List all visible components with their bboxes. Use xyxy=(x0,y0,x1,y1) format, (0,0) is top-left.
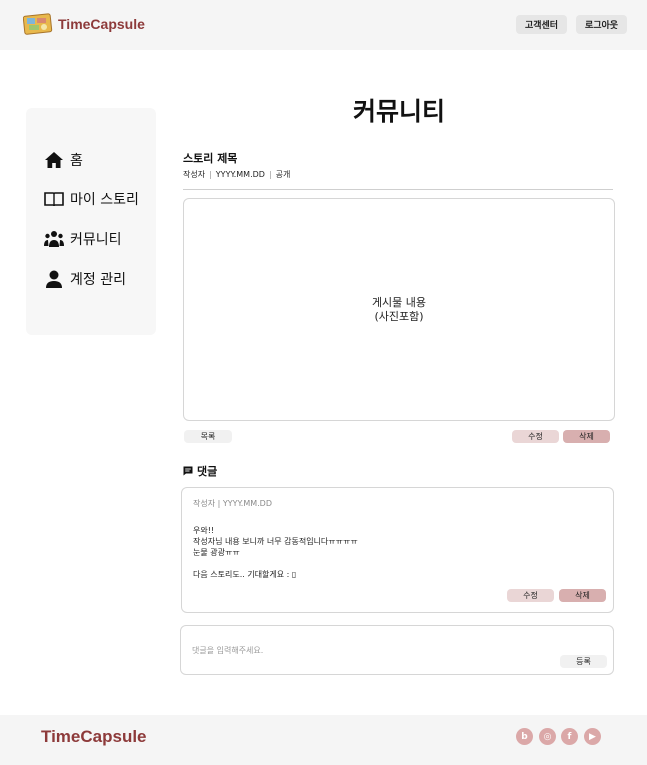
facebook-icon[interactable]: f xyxy=(561,728,578,745)
comment-input-box: 등록 xyxy=(180,625,614,675)
delete-post-button[interactable]: 삭제 xyxy=(563,430,610,443)
youtube-icon[interactable]: ▶ xyxy=(584,728,601,745)
instagram-icon[interactable]: ◎ xyxy=(539,728,556,745)
submit-comment-button[interactable]: 등록 xyxy=(560,655,607,668)
site-footer: TimeCapsule b ◎ f ▶ xyxy=(0,715,647,765)
divider xyxy=(183,189,613,190)
blog-icon[interactable]: b xyxy=(516,728,533,745)
sidebar-item-account[interactable]: 계정 관리 xyxy=(44,269,126,289)
story-date: YYYY.MM.DD xyxy=(215,170,265,179)
delete-comment-button[interactable]: 삭제 xyxy=(559,589,606,602)
community-icon xyxy=(44,231,64,247)
sidebar: 홈 마이 스토리 커뮤니티 계정 관리 xyxy=(26,108,156,335)
comments-heading: 댓글 xyxy=(183,463,217,479)
edit-comment-button[interactable]: 수정 xyxy=(507,589,554,602)
book-icon xyxy=(44,192,64,207)
logo-icon xyxy=(22,12,53,35)
story-visibility: 공개 xyxy=(275,170,291,179)
meta-separator: | xyxy=(209,170,212,179)
story-meta: 작성자 | YYYY.MM.DD | 공개 xyxy=(183,169,290,180)
brand-logo-link[interactable]: TimeCapsule xyxy=(22,12,145,35)
sidebar-item-label: 커뮤니티 xyxy=(70,232,122,248)
comment-meta: 작성자 | YYYY.MM.DD xyxy=(193,499,272,508)
post-content: 게시물 내용 (사진포함) xyxy=(372,296,426,324)
comments-heading-label: 댓글 xyxy=(197,465,218,478)
footer-brand: TimeCapsule xyxy=(41,727,147,746)
post-content-line: 게시물 내용 xyxy=(371,295,427,309)
home-icon xyxy=(45,152,63,168)
meta-separator: | xyxy=(268,170,272,179)
brand-name: TimeCapsule xyxy=(58,15,145,32)
page-title: 커뮤니티 xyxy=(352,97,445,126)
comment-item: 작성자 | YYYY.MM.DD 우와!! 작성자님 내용 보니까 너무 감동적… xyxy=(181,487,614,613)
post-content-box: 게시물 내용 (사진포함) xyxy=(183,198,615,421)
sidebar-item-label: 홈 xyxy=(70,153,83,169)
story-title: 스토리 제목 xyxy=(183,152,238,165)
sidebar-item-community[interactable]: 커뮤니티 xyxy=(44,229,122,249)
logout-button[interactable]: 로그아웃 xyxy=(576,15,627,34)
sidebar-item-label: 마이 스토리 xyxy=(70,192,139,208)
user-icon xyxy=(46,270,62,288)
comment-body: 우와!! 작성자님 내용 보니까 너무 감동적입니다ㅠㅠㅠㅠ 눈물 광광ㅠㅠ 다… xyxy=(193,526,358,579)
sidebar-item-my-story[interactable]: 마이 스토리 xyxy=(44,189,139,209)
sidebar-item-label: 계정 관리 xyxy=(70,272,126,288)
story-author: 작성자 xyxy=(183,170,206,179)
support-button[interactable]: 고객센터 xyxy=(516,15,567,34)
list-button[interactable]: 목록 xyxy=(184,430,232,443)
comment-input[interactable] xyxy=(192,643,532,657)
site-header: TimeCapsule 고객센터 로그아웃 xyxy=(0,0,647,50)
edit-post-button[interactable]: 수정 xyxy=(512,430,559,443)
post-content-line: (사진포함) xyxy=(374,309,424,323)
comment-icon xyxy=(183,466,193,476)
sidebar-item-home[interactable]: 홈 xyxy=(44,150,83,170)
